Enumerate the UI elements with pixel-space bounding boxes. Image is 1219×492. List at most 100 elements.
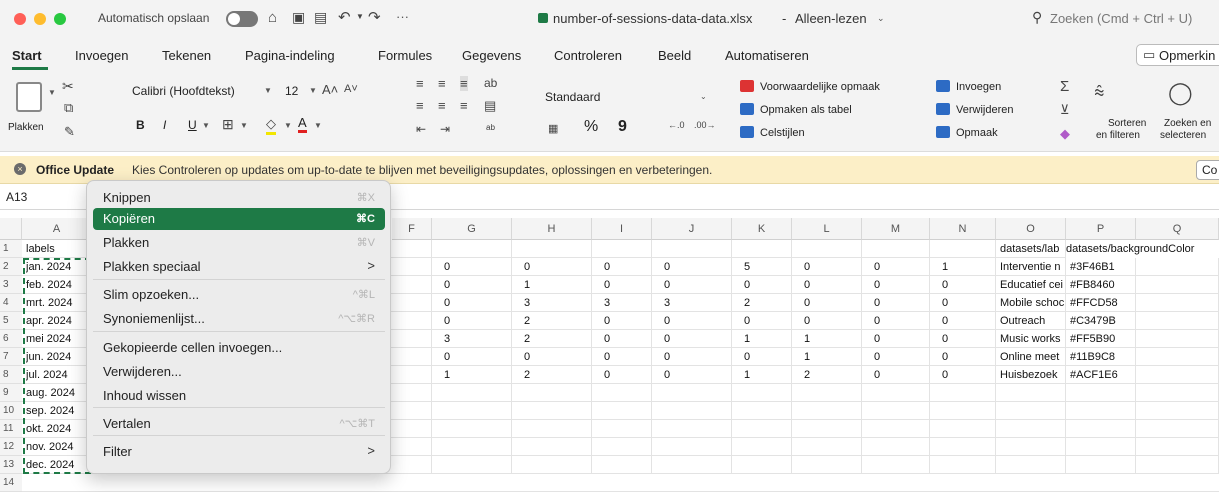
align-center-icon[interactable]: ≡ [438,98,446,113]
close-window-button[interactable] [14,13,26,25]
data-cell[interactable]: 1 [444,366,510,384]
paste-dropdown-icon[interactable]: ▼ [48,88,56,97]
col-header-i[interactable]: I [592,218,652,240]
row-header[interactable]: 7 [0,348,22,366]
data-cell[interactable]: 0 [664,312,730,330]
chevron-down-icon[interactable]: ▼ [309,86,317,95]
col-header-l[interactable]: L [792,218,862,240]
save-as-icon[interactable]: ▤ [314,9,327,26]
close-notification-icon[interactable]: × [14,163,26,175]
data-cell[interactable]: 3 [444,330,510,348]
decrease-decimal-icon[interactable]: .00→ [694,120,716,130]
col-header-h[interactable]: H [512,218,592,240]
cell-o[interactable]: Online meet [1000,348,1066,366]
comments-button[interactable]: ▭ Opmerkin [1136,44,1219,66]
data-cell[interactable]: 1 [744,366,790,384]
menu-item-inhoud-wissen[interactable]: Inhoud wissen [93,385,385,407]
data-cell[interactable]: 0 [942,312,994,330]
data-cell[interactable]: 0 [874,348,928,366]
data-cell[interactable]: 2 [744,294,790,312]
data-cell[interactable]: 0 [942,366,994,384]
row-header[interactable]: 3 [0,276,22,294]
data-cell[interactable]: 0 [942,348,994,366]
row-header[interactable]: 9 [0,384,22,402]
data-cell[interactable]: 0 [874,258,928,276]
chevron-down-icon[interactable]: ⌄ [877,13,885,24]
data-cell[interactable]: 0 [604,312,650,330]
row-header[interactable]: 11 [0,420,22,438]
cell-p[interactable]: #FF5B90 [1070,330,1136,348]
cell-styles-button[interactable]: Celstijlen [760,127,805,139]
data-cell[interactable]: 0 [444,258,510,276]
autosave-toggle[interactable] [226,11,258,27]
row-header[interactable]: 8 [0,366,22,384]
undo-dropdown-icon[interactable]: ▼ [356,12,364,21]
col-header-j[interactable]: J [652,218,732,240]
data-cell[interactable]: 0 [744,348,790,366]
data-cell[interactable]: 0 [874,294,928,312]
find-select-icon[interactable]: ◯ [1168,80,1193,106]
decrease-indent-icon[interactable]: ⇤ [416,122,426,136]
row-header[interactable]: 12 [0,438,22,456]
col-header-k[interactable]: K [732,218,792,240]
data-cell[interactable]: 2 [804,366,860,384]
data-cell[interactable]: 0 [444,276,510,294]
sort-filter-icon[interactable]: ⩯ [1094,82,1105,103]
data-cell[interactable]: 0 [942,276,994,294]
format-cells-button[interactable]: Opmaak [956,127,998,139]
row-header[interactable]: 14 [0,474,22,492]
data-cell[interactable]: 1 [804,330,860,348]
data-cell[interactable]: 0 [804,312,860,330]
save-icon[interactable]: ▣ [292,9,305,26]
autosum-icon[interactable]: Σ [1060,78,1069,95]
comma-button[interactable]: 9 [618,118,627,136]
data-cell[interactable]: 0 [804,276,860,294]
data-cell[interactable]: 0 [664,348,730,366]
tab-gegevens[interactable]: Gegevens [462,48,521,63]
data-cell[interactable]: 0 [664,366,730,384]
data-cell[interactable]: 0 [524,348,590,366]
menu-item-plakken[interactable]: Plakken ⌘V [93,232,385,254]
data-cell[interactable]: 3 [524,294,590,312]
menu-item-gekopieerde-cellen-invoegen[interactable]: Gekopieerde cellen invoegen... [93,337,385,359]
minimize-window-button[interactable] [34,13,46,25]
data-cell[interactable]: 0 [664,330,730,348]
data-cell[interactable]: 0 [444,348,510,366]
menu-item-filter[interactable]: Filter > [93,441,385,463]
borders-icon[interactable]: ⊞ [222,116,234,133]
row-header[interactable]: 2 [0,258,22,276]
italic-button[interactable]: I [163,118,166,132]
menu-item-knippen[interactable]: Knippen ⌘X [93,187,385,209]
sort-filter-label-2[interactable]: en filteren [1096,130,1140,141]
align-bottom-icon[interactable]: ≡ [460,76,468,91]
menu-item-synoniemenlijst[interactable]: Synoniemenlijst... ^⌥⌘R [93,308,385,330]
data-cell[interactable]: 0 [744,312,790,330]
row-header[interactable]: 13 [0,456,22,474]
cell-p[interactable]: #FB8460 [1070,276,1136,294]
data-cell[interactable]: 0 [604,276,650,294]
fill-color-icon[interactable]: ◇ [266,116,276,135]
find-select-label-2[interactable]: selecteren [1160,130,1206,141]
cell-o[interactable]: Outreach [1000,312,1066,330]
bold-button[interactable]: B [136,118,145,132]
search-input[interactable]: Zoeken (Cmd + Ctrl + U) [1050,11,1192,26]
menu-item-vertalen[interactable]: Vertalen ^⌥⌘T [93,413,385,435]
col-header-q[interactable]: Q [1136,218,1219,240]
data-cell[interactable]: 0 [604,330,650,348]
align-top-icon[interactable]: ≡ [416,76,424,91]
format-as-table-button[interactable]: Opmaken als tabel [760,104,852,116]
cell-o[interactable]: datasets/lab [1000,240,1066,258]
tab-start[interactable]: Start [12,48,42,63]
tab-formules[interactable]: Formules [378,48,432,63]
data-cell[interactable]: 0 [664,276,730,294]
row-header[interactable]: 1 [0,240,22,258]
name-box[interactable]: A13 [6,190,27,204]
row-header[interactable]: 10 [0,402,22,420]
copy-icon[interactable]: ⧉ [64,100,73,116]
data-cell[interactable]: 0 [874,312,928,330]
cell-a[interactable]: labels [26,240,90,258]
find-select-label-1[interactable]: Zoeken en [1164,118,1211,129]
number-format-select[interactable]: Standaard [545,90,600,104]
cell-o[interactable]: Huisbezoek [1000,366,1066,384]
data-cell[interactable]: 0 [444,312,510,330]
